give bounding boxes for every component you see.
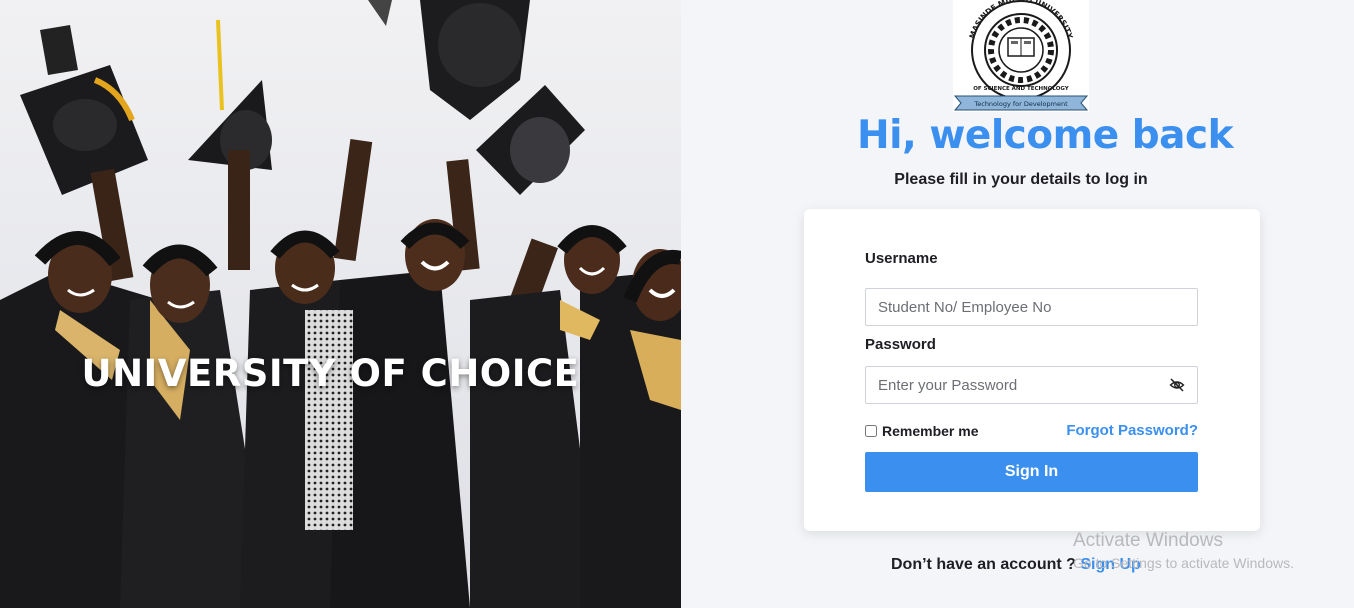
welcome-subtitle: Please fill in your details to log in bbox=[894, 171, 1148, 188]
university-logo: MASINDE MULIRO UNIVERSITY OF SCIENCE AND… bbox=[953, 0, 1089, 112]
eye-slash-icon[interactable] bbox=[1169, 377, 1185, 393]
password-field[interactable] bbox=[865, 366, 1198, 404]
login-page: UNIVERSITY OF CHOICE MASINDE MULIRO UNIV… bbox=[0, 0, 1354, 608]
remember-me-label: Remember me bbox=[882, 423, 979, 439]
signup-prompt: Don’t have an account ? bbox=[891, 556, 1081, 573]
forgot-password-link[interactable]: Forgot Password? bbox=[1066, 422, 1198, 439]
welcome-heading: Hi, welcome back bbox=[856, 113, 1234, 158]
remember-me-checkbox[interactable] bbox=[865, 425, 877, 437]
hero-title: UNIVERSITY OF CHOICE bbox=[81, 352, 580, 395]
hero-image-panel: UNIVERSITY OF CHOICE bbox=[0, 0, 681, 608]
username-label: Username bbox=[865, 250, 938, 267]
sign-up-link[interactable]: Sign Up bbox=[1080, 556, 1140, 573]
graduation-cap-icon bbox=[188, 19, 272, 170]
password-input[interactable] bbox=[866, 367, 1197, 403]
university-crest-icon: MASINDE MULIRO UNIVERSITY OF SCIENCE AND… bbox=[953, 0, 1089, 111]
watermark-title: Activate Windows bbox=[1073, 530, 1223, 551]
graduation-cap-icon bbox=[368, 0, 530, 120]
login-card: Username Password Remember me Forgot Pas… bbox=[804, 209, 1260, 531]
logo-lower-text: OF SCIENCE AND TECHNOLOGY bbox=[973, 86, 1070, 92]
username-input[interactable] bbox=[866, 289, 1197, 325]
sign-in-button[interactable]: Sign In bbox=[865, 452, 1198, 492]
graduates-illustration bbox=[0, 0, 681, 608]
graduation-cap-icon bbox=[20, 25, 148, 195]
username-field[interactable] bbox=[865, 288, 1198, 326]
password-label: Password bbox=[865, 336, 936, 353]
logo-motto: Technology for Development bbox=[973, 100, 1068, 108]
signup-row: Don’t have an account ? Sign Up bbox=[891, 556, 1141, 574]
remember-me[interactable]: Remember me bbox=[865, 423, 979, 439]
